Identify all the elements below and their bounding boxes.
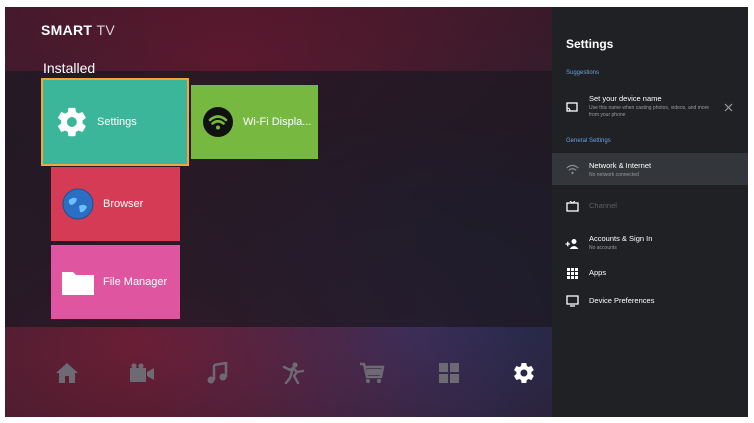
app-tile-browser[interactable]: Browser — [51, 167, 180, 241]
panel-title: Settings — [566, 37, 614, 51]
apps-grid-icon[interactable] — [435, 359, 463, 387]
apps-grid-icon — [565, 266, 579, 280]
settings-item-network[interactable]: Network & Internet No network connected — [552, 153, 748, 185]
app-tile-settings[interactable]: Settings — [41, 78, 189, 166]
app-tile-file-manager[interactable]: File Manager — [51, 245, 180, 319]
suggestion-subtitle: Use this name when casting photos, video… — [589, 105, 710, 118]
general-settings-heading: General Settings — [566, 138, 611, 144]
wifi-icon — [565, 162, 579, 176]
globe-icon — [61, 187, 95, 221]
music-icon[interactable] — [203, 359, 231, 387]
settings-item-title: Channel — [589, 201, 617, 210]
app-tile-label: Wi-Fi Displa... — [243, 116, 312, 128]
app-tile-label: Settings — [97, 116, 137, 128]
settings-item-title: Accounts & Sign In — [589, 234, 653, 243]
home-launcher: SMART TV Installed Settings Wi-Fi Displa… — [5, 7, 552, 417]
tv-screen: SMART TV Installed Settings Wi-Fi Displa… — [5, 7, 748, 417]
dismiss-icon[interactable] — [724, 99, 733, 117]
settings-item-accounts[interactable]: Accounts & Sign In No accounts — [552, 228, 748, 256]
cast-icon — [565, 100, 579, 114]
shopping-cart-icon[interactable] — [358, 359, 386, 387]
video-icon[interactable] — [128, 359, 156, 387]
home-icon[interactable] — [53, 359, 81, 387]
folder-icon — [61, 265, 95, 299]
app-tile-label: Browser — [103, 198, 144, 210]
settings-item-title: Network & Internet — [589, 161, 652, 170]
suggestions-heading: Suggestions — [566, 70, 600, 76]
brand-logo: SMART TV — [41, 22, 115, 38]
settings-item-title: Apps — [589, 268, 607, 277]
app-tile-wifi-display[interactable]: Wi-Fi Displa... — [191, 85, 318, 159]
add-account-icon — [565, 236, 579, 250]
wifi-icon — [201, 105, 235, 139]
bottom-dock — [5, 347, 552, 403]
settings-item-title: Device Preferences — [589, 296, 655, 305]
settings-item-subtitle: No network connected — [589, 172, 639, 178]
sports-icon[interactable] — [280, 359, 308, 387]
settings-item-device-preferences[interactable]: Device Preferences — [552, 291, 748, 311]
gear-icon — [55, 105, 89, 139]
settings-gear-icon[interactable] — [510, 359, 538, 387]
section-label: Installed — [43, 60, 96, 76]
app-tile-label: File Manager — [103, 276, 168, 288]
tv-icon — [565, 199, 579, 213]
monitor-icon — [565, 294, 579, 308]
settings-item-apps[interactable]: Apps — [552, 263, 748, 283]
settings-panel: Settings Suggestions Set your device nam… — [552, 7, 748, 417]
settings-item-subtitle: No accounts — [589, 245, 617, 251]
suggestion-device-name[interactable]: Set your device name Use this name when … — [552, 87, 748, 127]
suggestion-title: Set your device name — [589, 94, 662, 103]
settings-item-channel: Channel — [552, 196, 748, 216]
